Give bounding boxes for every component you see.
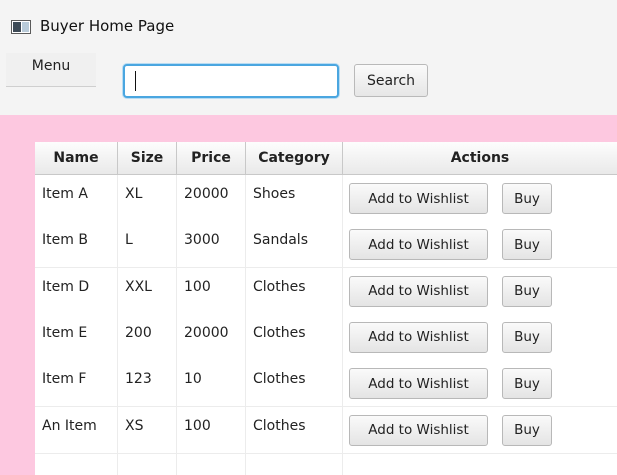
buy-button[interactable]: Buy (502, 368, 552, 400)
cell-price: 10 (177, 360, 246, 407)
cell-name: Item A (35, 175, 118, 221)
cell-name: Item B (35, 221, 118, 268)
cell-price: 100 (177, 267, 246, 314)
cell-category: Clothes (246, 406, 343, 453)
column-header-name[interactable]: Name (35, 142, 118, 174)
buy-button[interactable]: Buy (502, 183, 552, 214)
items-table: Name Size Price Category Actions Item AX… (35, 142, 617, 475)
cell-name: Item F (35, 360, 118, 407)
table-row[interactable]: Item D XXL 100 Clothes Add to Wishlist Buy (35, 267, 617, 315)
table-row[interactable]: An Item XS 100 Clothes Add to Wishlist Buy (35, 406, 617, 454)
buy-button[interactable]: Buy (502, 321, 552, 353)
cell-category: Clothes (246, 313, 343, 360)
table-header: Name Size Price Category Actions (35, 142, 617, 175)
add-to-wishlist-button[interactable]: Add to Wishlist (349, 321, 488, 353)
add-to-wishlist-button[interactable]: Add to Wishlist (349, 183, 488, 214)
cell-price: 20000 (177, 175, 246, 221)
column-header-actions[interactable]: Actions (343, 142, 617, 174)
app-window-icon (11, 20, 31, 34)
cell-category: Shoes (246, 175, 343, 221)
cell-name: Item D (35, 267, 118, 314)
cell-size: XL (118, 175, 177, 221)
cell-size: XXL (118, 267, 177, 314)
buy-button[interactable]: Buy (502, 229, 552, 261)
column-header-category[interactable]: Category (246, 142, 343, 174)
text-caret (135, 71, 136, 91)
table-row[interactable]: Item F 123 10 Clothes Add to Wishlist Buy (35, 360, 617, 408)
column-header-price[interactable]: Price (177, 142, 246, 174)
search-input[interactable] (123, 64, 339, 98)
cell-category: Clothes (246, 267, 343, 314)
add-to-wishlist-button[interactable]: Add to Wishlist (349, 275, 488, 307)
table-row[interactable]: Item A XL 20000 Shoes Add to Wishlist Buy (35, 175, 617, 222)
cell-category: Clothes (246, 360, 343, 407)
search-button[interactable]: Search (354, 64, 428, 97)
buy-button[interactable]: Buy (502, 414, 552, 446)
cell-name: An Item (35, 406, 118, 453)
add-to-wishlist-button[interactable]: Add to Wishlist (349, 229, 488, 261)
menu-button[interactable]: Menu (6, 53, 96, 87)
add-to-wishlist-button[interactable]: Add to Wishlist (349, 368, 488, 400)
buy-button[interactable]: Buy (502, 275, 552, 307)
cell-price: 100 (177, 406, 246, 453)
cell-price: 3000 (177, 221, 246, 268)
cell-size: XS (118, 406, 177, 453)
cell-price: 20000 (177, 313, 246, 360)
title-bar: Buyer Home Page (0, 0, 617, 48)
table-row[interactable]: Item B L 3000 Sandals Add to Wishlist Buy (35, 221, 617, 269)
add-to-wishlist-button[interactable]: Add to Wishlist (349, 414, 488, 446)
cell-size: L (118, 221, 177, 268)
window-title: Buyer Home Page (40, 17, 175, 35)
table-row[interactable]: Item E 200 20000 Clothes Add to Wishlist Buy (35, 313, 617, 361)
cell-name: Item E (35, 313, 118, 360)
empty-table-row (35, 453, 617, 475)
column-header-size[interactable]: Size (118, 142, 177, 174)
cell-size: 200 (118, 313, 177, 360)
toolbar: Menu Search (0, 48, 617, 114)
cell-size: 123 (118, 360, 177, 407)
cell-category: Sandals (246, 221, 343, 268)
